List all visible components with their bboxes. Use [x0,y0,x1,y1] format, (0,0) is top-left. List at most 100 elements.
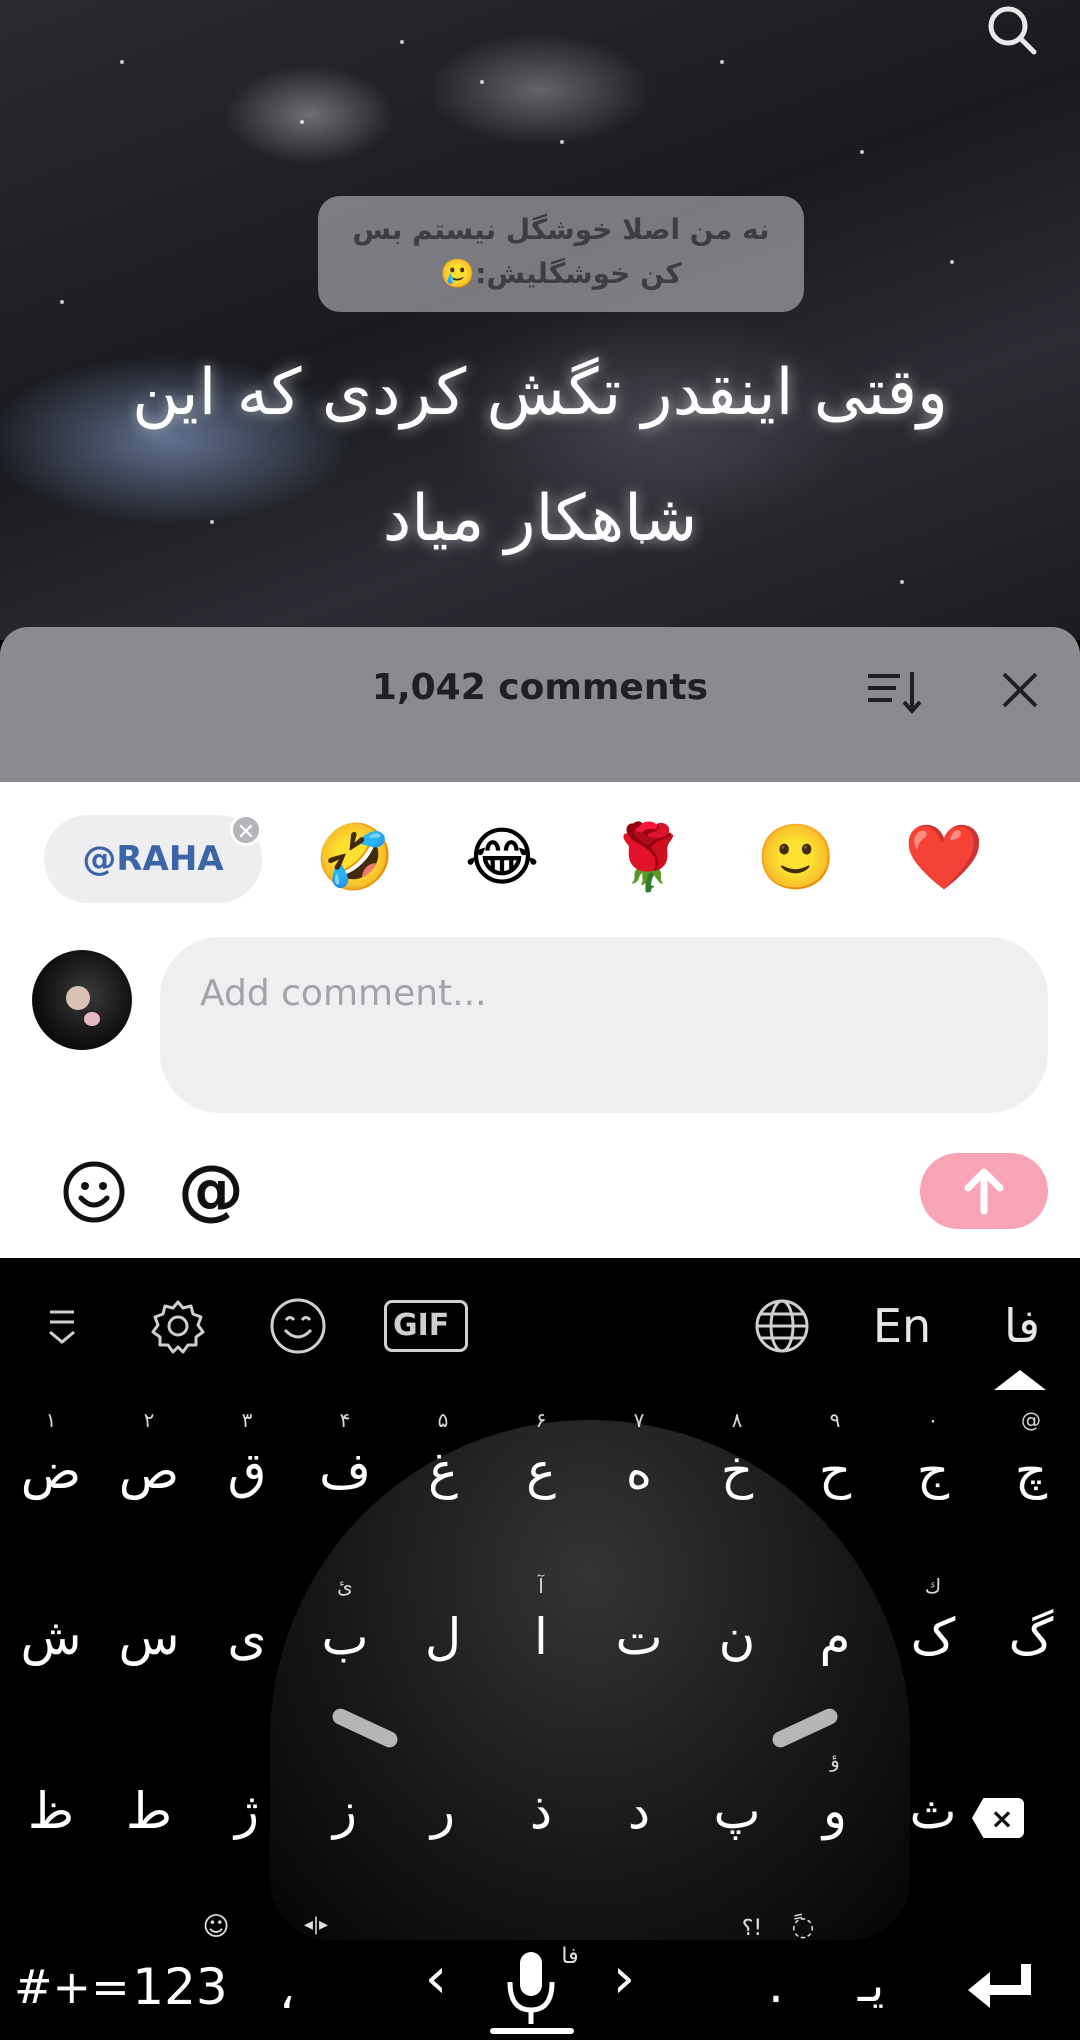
key-hint: ۹ [829,1408,841,1432]
zwnj-key[interactable]: یـ [836,1950,906,2020]
key-hint: ؤ [830,1748,840,1772]
key-row3-5[interactable]: ذ [496,1752,586,1864]
key-row1-5[interactable]: ۶ع [496,1408,586,1524]
key-hint: @ [1021,1408,1041,1432]
key-row2-8[interactable]: م [790,1578,880,1690]
language-english-button[interactable]: En [862,1294,942,1358]
sparkle [400,40,404,44]
key-hint: ۸ [731,1408,743,1432]
key-row3-1[interactable]: ط [104,1752,194,1864]
comment-input[interactable] [160,937,1048,1113]
key-hint: ۵ [437,1408,449,1432]
key-row1-8[interactable]: ۹ح [790,1408,880,1524]
key-label: ه [625,1442,653,1500]
key-label: ب [321,1608,369,1666]
numbers-key[interactable]: 123 [130,1952,230,2022]
key-row2-5[interactable]: آا [496,1574,586,1690]
key-label: ث [909,1782,957,1840]
key-row2-4[interactable]: ل [398,1578,488,1690]
key-label: ف [319,1442,371,1500]
collapse-keyboard-icon[interactable] [32,1296,92,1356]
globe-icon[interactable] [752,1296,812,1356]
quick-emoji-rofl[interactable]: 🤣 [315,818,395,898]
key-label: ل [424,1608,462,1666]
avatar-hand [84,1012,100,1026]
settings-gear-icon[interactable] [148,1296,208,1356]
avatar-face [66,986,90,1010]
key-row3-4[interactable]: ر [398,1752,488,1864]
quick-emoji-joy[interactable]: 😂 [462,818,542,898]
key-row1-3[interactable]: ۴ف [300,1408,390,1524]
comma-key[interactable]: ، [262,1956,312,2026]
key-hint: ۲ [143,1408,155,1432]
quick-emoji-rose[interactable]: 🌹 [608,818,688,898]
cursor-right-key[interactable]: › [604,1944,644,2014]
emoji-keyboard-icon[interactable] [268,1296,328,1356]
key-row1-1[interactable]: ۲ص [104,1408,194,1524]
emoji-hint-icon: ☺ [202,1912,230,1942]
key-row1-10[interactable]: @ چ [986,1408,1076,1524]
key-label: چ [1014,1442,1048,1500]
key-hint: ۴ [339,1408,351,1432]
quick-emoji-heart[interactable]: ❤️ [904,818,984,898]
key-label: ش [20,1608,82,1666]
key-row2-7[interactable]: ن [692,1578,782,1690]
sparkle [300,120,304,124]
key-row2-3[interactable]: ئب [300,1574,390,1690]
mention-icon[interactable]: @ [176,1152,246,1228]
key-row3-7[interactable]: پ [692,1752,782,1864]
close-icon[interactable] [1000,670,1040,710]
gif-button[interactable]: GIF [384,1300,468,1352]
key-row1-2[interactable]: ۳ق [202,1408,292,1524]
tanvin-hint: ◌ً [791,1912,815,1942]
cursor-hint: ◂|▸ [303,1914,329,1935]
cursor-left-key[interactable]: ‹ [416,1944,456,2014]
key-row2-9[interactable]: كک [888,1574,978,1690]
key-row3-9[interactable]: ث [888,1752,978,1864]
key-label: ت [615,1608,663,1666]
enter-key[interactable] [964,1960,1036,2016]
key-label: ژ [234,1782,260,1840]
symbols-key[interactable]: #+= [14,1952,130,2022]
key-row2-2[interactable]: ی [202,1578,292,1690]
key-label: ذ [529,1782,553,1840]
key-row3-6[interactable]: د [594,1752,684,1864]
key-label: س [118,1608,180,1666]
period-key[interactable]: . [756,1950,796,2020]
sparkle [480,80,484,84]
key-row2-1[interactable]: س [104,1578,194,1690]
chip-remove-icon[interactable]: ✕ [230,814,262,846]
key-label: ی [227,1608,267,1666]
send-button[interactable] [920,1153,1048,1229]
key-label: ظ [27,1782,75,1840]
key-row1-7[interactable]: ۸خ [692,1408,782,1524]
key-row2-10[interactable]: گ [986,1578,1076,1690]
key-row3-8[interactable]: ؤو [790,1748,880,1864]
key-label: م [819,1608,851,1666]
key-row3-0[interactable]: ظ [6,1752,96,1864]
key-label: ق [227,1442,267,1500]
emoji-picker-icon[interactable] [62,1160,126,1224]
video-reply-bubble: نه من اصلا خوشگل نیستم بس کن خوشگلیش:🥲 [318,196,804,312]
key-row1-0[interactable]: ۱ض [6,1408,96,1524]
key-label: ص [118,1442,180,1500]
key-row1-6[interactable]: ۷ه [594,1408,684,1524]
key-row3-2[interactable]: ژ [202,1752,292,1864]
key-row2-0[interactable]: ش [6,1578,96,1690]
punctuation-hint: ؟! [741,1916,763,1941]
key-label: ز [332,1782,358,1840]
key-row1-9[interactable]: ۰ج [888,1408,978,1524]
key-row2-6[interactable]: ت [594,1578,684,1690]
key-label: ر [430,1782,456,1840]
quick-emoji-smile[interactable]: 🙂 [756,818,836,898]
space-bar[interactable] [490,2028,574,2034]
key-row3-3[interactable]: ز [300,1752,390,1864]
key-label: ض [20,1442,82,1500]
sort-icon[interactable] [866,668,922,716]
key-hint: ك [924,1574,942,1598]
language-persian-button[interactable]: فا [984,1294,1060,1358]
sparkle [60,300,64,304]
key-row1-4[interactable]: ۵غ [398,1408,488,1524]
search-icon[interactable] [984,2,1040,58]
key-hint: ۳ [241,1408,253,1432]
